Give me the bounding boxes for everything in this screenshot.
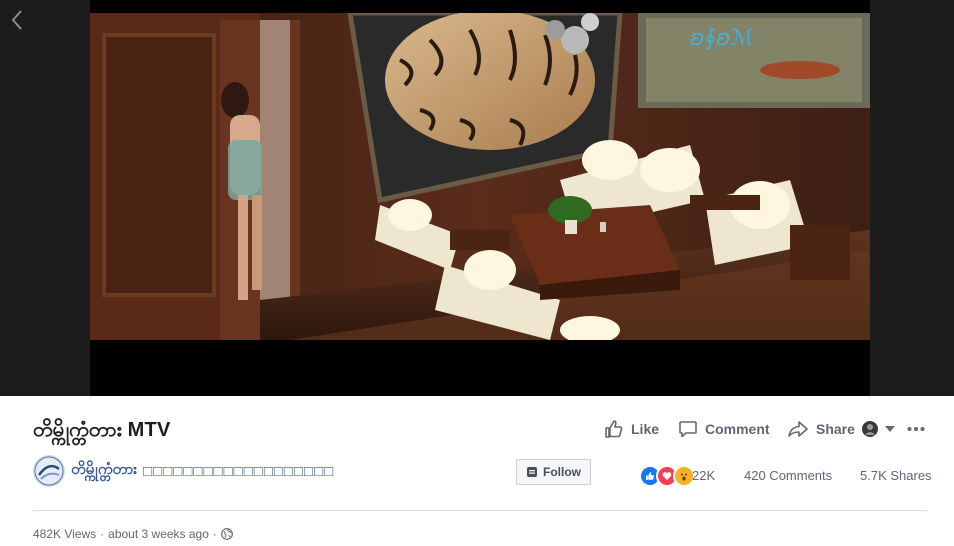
shares-count[interactable]: 5.7K Shares [860,468,932,483]
video-viewer: ʚ∮ʚℳ [0,0,954,396]
meta-separator-2: · [212,527,217,541]
comment-icon [679,421,697,438]
follow-button[interactable]: Follow [516,459,591,485]
post-as-selector[interactable] [862,418,895,440]
like-button[interactable]: Like [604,418,659,440]
globe-icon[interactable] [221,528,233,540]
comments-count[interactable]: 420 Comments [744,468,832,483]
reactions-summary[interactable] [639,465,695,487]
share-icon [788,421,808,437]
page-info: တိမ္ကိုက္တံတား □□□□□□□□□□□□□□□□□□□ [33,455,334,487]
page-subtitle: □□□□□□□□□□□□□□□□□□□ [143,462,335,480]
more-dots-icon [907,427,925,431]
caret-down-icon [885,426,895,432]
video-frame-image: ʚ∮ʚℳ [90,0,870,396]
follow-icon [527,467,537,477]
follow-label: Follow [543,465,581,479]
chevron-left-icon [11,10,22,30]
video-meta: 482K Views · about 3 weeks ago · [33,527,233,541]
divider [33,510,927,511]
share-button[interactable]: Share [787,418,855,440]
post-time[interactable]: about 3 weeks ago [108,527,209,541]
back-button[interactable] [6,6,28,34]
more-options-button[interactable] [907,418,925,440]
comment-button[interactable]: Comment [678,418,770,440]
thumbs-up-icon [605,420,623,438]
views-count: 482K Views [33,527,97,541]
meta-separator: · [100,527,105,541]
page-avatar-image [33,455,65,487]
svg-text:ʚ∮ʚℳ: ʚ∮ʚℳ [690,26,754,51]
like-label: Like [631,421,660,437]
video-player[interactable]: ʚ∮ʚℳ [90,0,870,396]
share-label: Share [816,421,855,437]
comment-label: Comment [705,421,770,437]
reactions-count[interactable]: 22K [692,468,715,483]
page-name-link[interactable]: တိမ္ကိုက္တံတား [71,460,137,482]
page-avatar[interactable] [33,455,65,487]
video-title: တိမ္ကိုက္တံတား MTV [33,419,171,441]
avatar [862,421,878,437]
